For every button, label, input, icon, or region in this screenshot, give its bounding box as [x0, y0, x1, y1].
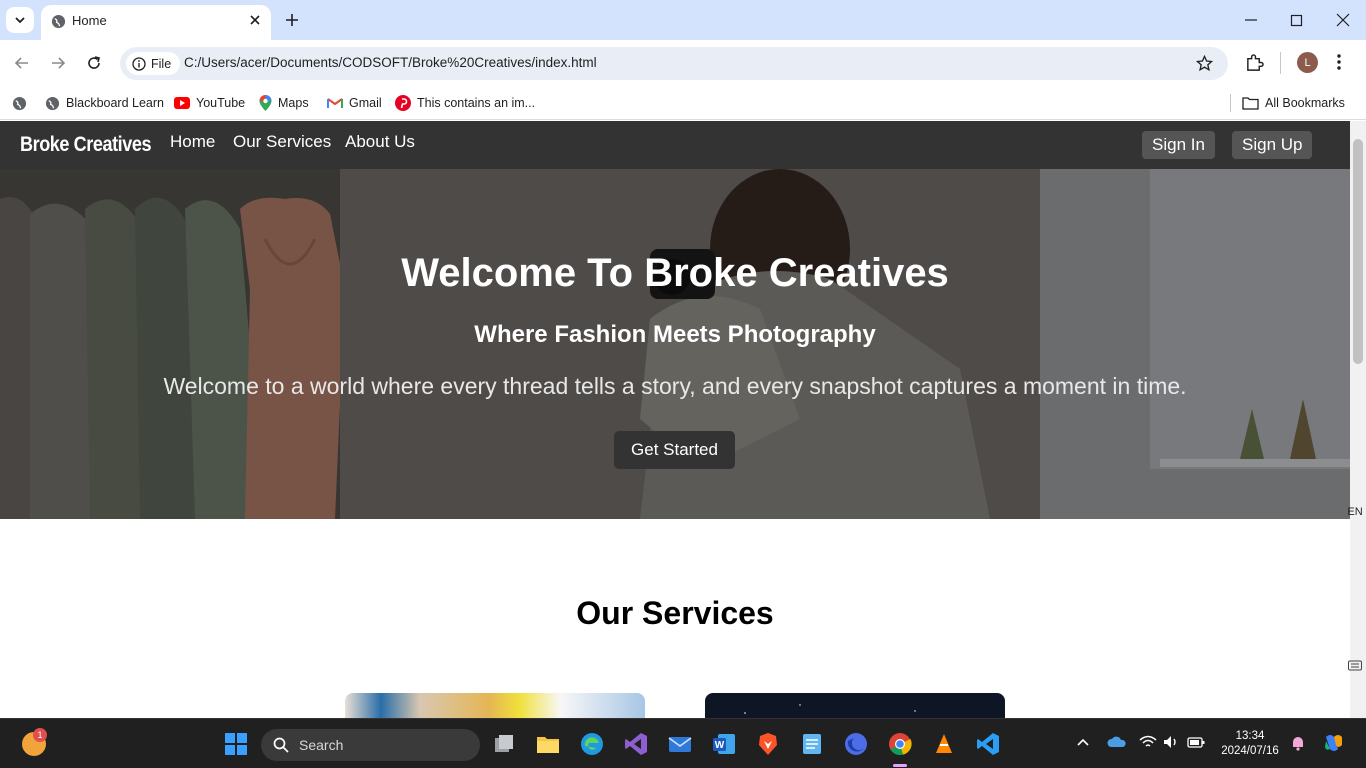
edge-icon[interactable]: [580, 732, 604, 756]
sign-in-button[interactable]: Sign In: [1142, 131, 1215, 159]
chrome-active-indicator: [893, 764, 907, 767]
browser-tab-home[interactable]: Home: [41, 5, 271, 40]
maximize-icon[interactable]: [1290, 10, 1304, 30]
hero-section: Welcome To Broke Creatives Where Fashion…: [0, 169, 1350, 519]
windows-start-icon[interactable]: [224, 732, 248, 756]
bookmark-label: Gmail: [349, 96, 382, 110]
toolbar-divider: [1280, 52, 1281, 74]
close-icon[interactable]: [249, 14, 261, 26]
nav-link-home[interactable]: Home: [170, 132, 215, 152]
bookmark-gmail[interactable]: Gmail: [327, 92, 382, 114]
clock-date: 2024/07/16: [1221, 745, 1279, 757]
pinterest-icon: [395, 95, 411, 111]
page-viewport: Broke Creatives Home Our Services About …: [0, 121, 1350, 718]
bookmark-blackboard[interactable]: [12, 92, 48, 114]
address-bar[interactable]: File C:/Users/acer/Documents/CODSOFT/Bro…: [120, 47, 1228, 80]
bookmark-maps[interactable]: Maps: [259, 92, 309, 114]
vlc-icon[interactable]: [932, 732, 956, 756]
bookmark-label: Blackboard Learn: [66, 96, 164, 110]
scrollbar-thumb[interactable]: [1353, 139, 1363, 364]
window-close-icon[interactable]: [1336, 10, 1350, 30]
chrome-icon[interactable]: [888, 732, 912, 756]
brave-icon[interactable]: [756, 732, 780, 756]
taskbar-clock[interactable]: 13:34 2024/07/16: [1216, 729, 1284, 759]
reload-icon[interactable]: [85, 54, 103, 72]
bookmark-pinterest[interactable]: This contains an im...: [395, 92, 535, 114]
all-bookmarks-label: All Bookmarks: [1265, 96, 1345, 110]
input-language-indicator[interactable]: EN: [1344, 506, 1366, 518]
hero-subtitle: Where Fashion Meets Photography: [474, 321, 876, 348]
site-navbar: Broke Creatives Home Our Services About …: [0, 121, 1350, 169]
back-arrow-icon[interactable]: [13, 54, 31, 72]
svg-text:W: W: [715, 740, 725, 751]
maps-icon: [259, 95, 272, 111]
sign-up-button[interactable]: Sign Up: [1232, 131, 1313, 159]
vscode-icon[interactable]: [976, 732, 1000, 756]
copilot-icon[interactable]: [1322, 731, 1346, 755]
page-scrollbar[interactable]: [1350, 121, 1366, 718]
url-text[interactable]: C:/Users/acer/Documents/CODSOFT/Broke%20…: [184, 55, 597, 70]
browser-toolbar: File C:/Users/acer/Documents/CODSOFT/Bro…: [0, 40, 1366, 86]
gmail-icon: [327, 98, 343, 108]
browser-tabstrip: Home: [0, 0, 1366, 40]
bookmark-blackboard-learn[interactable]: Blackboard Learn: [45, 92, 164, 114]
service-card-fashion[interactable]: [345, 693, 645, 718]
folder-icon: [1242, 97, 1259, 110]
bookmark-star-icon[interactable]: [1196, 55, 1213, 72]
word-icon[interactable]: W: [712, 732, 736, 756]
keyboard-icon[interactable]: [1348, 658, 1362, 672]
search-icon: [273, 737, 289, 753]
bookmarks-bar: Blackboard Learn YouTube Maps Gmail This…: [0, 86, 1366, 120]
more-menu-icon[interactable]: [1336, 53, 1342, 71]
battery-icon[interactable]: [1187, 735, 1205, 749]
divider: [1230, 94, 1231, 112]
tab-search-button[interactable]: [6, 7, 34, 33]
hero-description: Welcome to a world where every thread te…: [163, 373, 1187, 399]
visual-studio-icon[interactable]: [624, 732, 648, 756]
service-card-photography[interactable]: [705, 693, 1005, 718]
onedrive-icon[interactable]: [1107, 735, 1127, 749]
globe-icon: [12, 96, 27, 110]
windows-taskbar: 1 Search W 13:34 2024/07/16: [0, 718, 1366, 768]
tab-title: Home: [72, 13, 107, 28]
weather-badge: 1: [33, 728, 47, 742]
clock-time: 13:34: [1235, 730, 1265, 742]
youtube-icon: [174, 97, 190, 109]
bookmark-label: YouTube: [196, 96, 246, 110]
search-placeholder: Search: [299, 737, 344, 753]
globe-icon: [45, 96, 60, 110]
get-started-button[interactable]: Get Started: [614, 431, 735, 469]
site-info-chip[interactable]: File: [126, 52, 181, 75]
starry-sky-image: [744, 704, 916, 714]
services-section-title: Our Services: [576, 595, 774, 631]
notepad-icon[interactable]: [800, 732, 824, 756]
profile-avatar[interactable]: L: [1297, 52, 1318, 73]
info-icon: [132, 56, 146, 71]
file-explorer-icon[interactable]: [536, 732, 560, 756]
volume-icon[interactable]: [1163, 735, 1179, 749]
site-chip-label: File: [151, 56, 172, 71]
show-hidden-icons-chevron-icon[interactable]: [1077, 737, 1089, 747]
hero-title: Welcome To Broke Creatives: [401, 251, 949, 295]
extensions-icon[interactable]: [1245, 53, 1264, 72]
nav-link-our-services[interactable]: Our Services: [233, 132, 331, 152]
globe-icon: [51, 14, 66, 29]
firefox-icon[interactable]: [844, 732, 868, 756]
nav-link-about-us[interactable]: About Us: [345, 132, 415, 152]
chevron-down-icon: [15, 17, 25, 24]
taskbar-search-box[interactable]: Search: [261, 729, 480, 761]
site-brand[interactable]: Broke Creatives: [20, 133, 152, 157]
all-bookmarks[interactable]: All Bookmarks: [1230, 92, 1345, 114]
bookmark-label: Maps: [278, 96, 309, 110]
new-tab-icon[interactable]: [282, 10, 302, 30]
forward-arrow-icon[interactable]: [49, 54, 67, 72]
bookmark-label: This contains an im...: [417, 96, 536, 110]
bookmark-youtube[interactable]: YouTube: [174, 92, 245, 114]
notification-bell-icon[interactable]: [1290, 735, 1306, 751]
wifi-icon[interactable]: [1139, 735, 1157, 749]
minimize-icon[interactable]: [1244, 10, 1258, 30]
mail-icon[interactable]: [668, 732, 692, 756]
task-view-icon[interactable]: [492, 732, 516, 756]
